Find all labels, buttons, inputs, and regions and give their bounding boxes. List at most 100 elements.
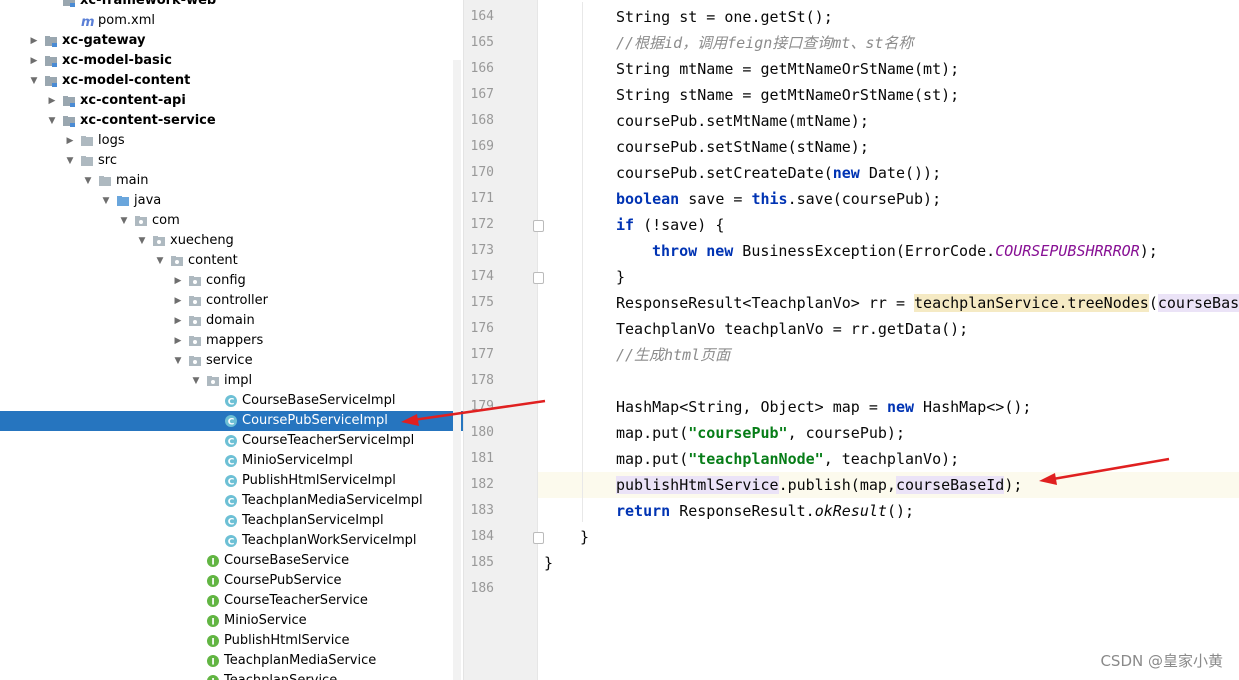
code-line[interactable]: } (616, 264, 625, 290)
code-line[interactable]: coursePub.setStName(stName); (616, 134, 869, 160)
code-line[interactable]: boolean save = this.save(coursePub); (616, 186, 941, 212)
code-token: publishHtmlService (616, 476, 779, 494)
chevron-down-icon[interactable]: ▼ (64, 151, 76, 171)
code-token: .treeNodes (1058, 294, 1149, 312)
code-token: teachplanService (914, 294, 1059, 312)
chevron-down-icon[interactable]: ▼ (28, 71, 40, 91)
code-line[interactable]: map.put("teachplanNode", teachplanVo); (616, 446, 959, 472)
tree-item[interactable]: C CoursePubServiceImpl (0, 411, 463, 431)
module-icon (44, 74, 58, 88)
chevron-right-icon[interactable]: ▶ (172, 331, 184, 351)
tree-item[interactable]: ▼ xc-model-content (0, 71, 463, 91)
tree-item[interactable]: ▼ impl (0, 371, 463, 391)
tree-item[interactable]: ▼ java (0, 191, 463, 211)
tree-item[interactable]: ▼ com (0, 211, 463, 231)
code-line[interactable]: return ResponseResult.okResult(); (616, 498, 914, 524)
code-line[interactable]: throw new BusinessException(ErrorCode.CO… (652, 238, 1158, 264)
tree-item-label: TeachplanWorkServiceImpl (242, 533, 417, 548)
tree-item[interactable]: ▶ xc-content-api (0, 91, 463, 111)
code-line[interactable]: //根据id，调用feign接口查询mt、st名称 (616, 30, 913, 56)
tree-item-label: PublishHtmlService (224, 633, 350, 648)
chevron-right-icon[interactable]: ▶ (172, 271, 184, 291)
code-line[interactable]: } (544, 550, 553, 576)
chevron-down-icon[interactable]: ▼ (172, 351, 184, 371)
code-line[interactable]: if (!save) { (616, 212, 724, 238)
tree-item[interactable]: ▶ controller (0, 291, 463, 311)
tree-item[interactable]: I TeachplanMediaService (0, 651, 463, 671)
code-token: ResponseResult. (670, 502, 815, 520)
code-line[interactable]: coursePub.setMtName(mtName); (616, 108, 869, 134)
tree-item[interactable]: ▶ config (0, 271, 463, 291)
code-line[interactable]: coursePub.setCreateDate(new Date()); (616, 160, 941, 186)
line-number: 182 (470, 477, 494, 492)
code-token: ResponseResult<TeachplanVo> rr = (616, 294, 915, 312)
code-line[interactable]: map.put("coursePub", coursePub); (616, 420, 905, 446)
code-token: , coursePub); (787, 424, 905, 442)
tree-item[interactable]: I CoursePubService (0, 571, 463, 591)
tree-item[interactable]: I CourseTeacherService (0, 591, 463, 611)
chevron-down-icon[interactable]: ▼ (100, 191, 112, 211)
tree-item[interactable]: C MinioServiceImpl (0, 451, 463, 471)
tree-item[interactable]: I TeachplanService (0, 671, 463, 680)
class-icon: C (224, 534, 238, 548)
fold-marker-icon[interactable] (533, 220, 544, 232)
tree-item[interactable]: ▼ content (0, 251, 463, 271)
chevron-down-icon[interactable]: ▼ (46, 111, 58, 131)
code-token: map.put( (616, 450, 689, 468)
tree-item[interactable]: ▶ domain (0, 311, 463, 331)
tree-item[interactable]: C CourseTeacherServiceImpl (0, 431, 463, 451)
chevron-down-icon[interactable]: ▼ (136, 231, 148, 251)
tree-item[interactable]: C TeachplanMediaServiceImpl (0, 491, 463, 511)
chevron-right-icon[interactable]: ▶ (64, 131, 76, 151)
chevron-right-icon[interactable]: ▶ (172, 291, 184, 311)
chevron-down-icon[interactable]: ▼ (82, 171, 94, 191)
tree-item[interactable]: I CourseBaseService (0, 551, 463, 571)
tree-item[interactable]: ▶ xc-gateway (0, 31, 463, 51)
code-line[interactable]: publishHtmlService.publish(map,courseBas… (616, 472, 1022, 498)
tree-item[interactable]: ▼ service (0, 351, 463, 371)
tree-item[interactable]: I MinioService (0, 611, 463, 631)
code-line[interactable]: String mtName = getMtNameOrStName(mt); (616, 56, 959, 82)
chevron-down-icon[interactable]: ▼ (190, 371, 202, 391)
chevron-right-icon[interactable]: ▶ (28, 31, 40, 51)
code-line[interactable]: HashMap<String, Object> map = new HashMa… (616, 394, 1031, 420)
class-icon: C (224, 474, 238, 488)
chevron-right-icon[interactable]: ▶ (46, 91, 58, 111)
code-token: //根据id，调用feign接口查询mt、st名称 (616, 34, 914, 52)
code-line[interactable]: String stName = getMtNameOrStName(st); (616, 82, 959, 108)
code-line[interactable]: String st = one.getSt(); (616, 4, 833, 30)
package-icon (206, 374, 220, 388)
line-number: 175 (470, 295, 494, 310)
line-number: 167 (470, 87, 494, 102)
tree-item[interactable]: xc-framework-web (0, 0, 463, 11)
tree-item[interactable]: m pom.xml (0, 11, 463, 31)
tree-item[interactable]: C PublishHtmlServiceImpl (0, 471, 463, 491)
tree-item[interactable]: C TeachplanServiceImpl (0, 511, 463, 531)
tree-item[interactable]: ▼ src (0, 151, 463, 171)
interface-icon: I (206, 614, 220, 628)
code-line[interactable]: ResponseResult<TeachplanVo> rr = teachpl… (616, 290, 1239, 316)
tree-item[interactable]: ▼ xuecheng (0, 231, 463, 251)
chevron-right-icon[interactable]: ▶ (28, 51, 40, 71)
code-line[interactable]: TeachplanVo teachplanVo = rr.getData(); (616, 316, 968, 342)
tree-item[interactable]: ▶ logs (0, 131, 463, 151)
code-line[interactable]: //生成html页面 (616, 342, 730, 368)
fold-marker-icon[interactable] (533, 272, 544, 284)
chevron-down-icon[interactable]: ▼ (154, 251, 166, 271)
line-number: 173 (470, 243, 494, 258)
tree-item[interactable]: I PublishHtmlService (0, 631, 463, 651)
tree-item[interactable]: C CourseBaseServiceImpl (0, 391, 463, 411)
tree-item[interactable]: ▶ xc-model-basic (0, 51, 463, 71)
tree-item[interactable]: ▼ xc-content-service (0, 111, 463, 131)
fold-marker-icon[interactable] (533, 532, 544, 544)
tree-scrollbar[interactable] (453, 60, 461, 680)
chevron-right-icon[interactable]: ▶ (172, 311, 184, 331)
code-token: ); (1004, 476, 1023, 494)
tree-item[interactable]: ▶ mappers (0, 331, 463, 351)
line-number: 172 (470, 217, 494, 232)
class-icon: C (224, 434, 238, 448)
code-line[interactable]: } (580, 524, 589, 550)
tree-item[interactable]: ▼ main (0, 171, 463, 191)
chevron-down-icon[interactable]: ▼ (118, 211, 130, 231)
tree-item[interactable]: C TeachplanWorkServiceImpl (0, 531, 463, 551)
